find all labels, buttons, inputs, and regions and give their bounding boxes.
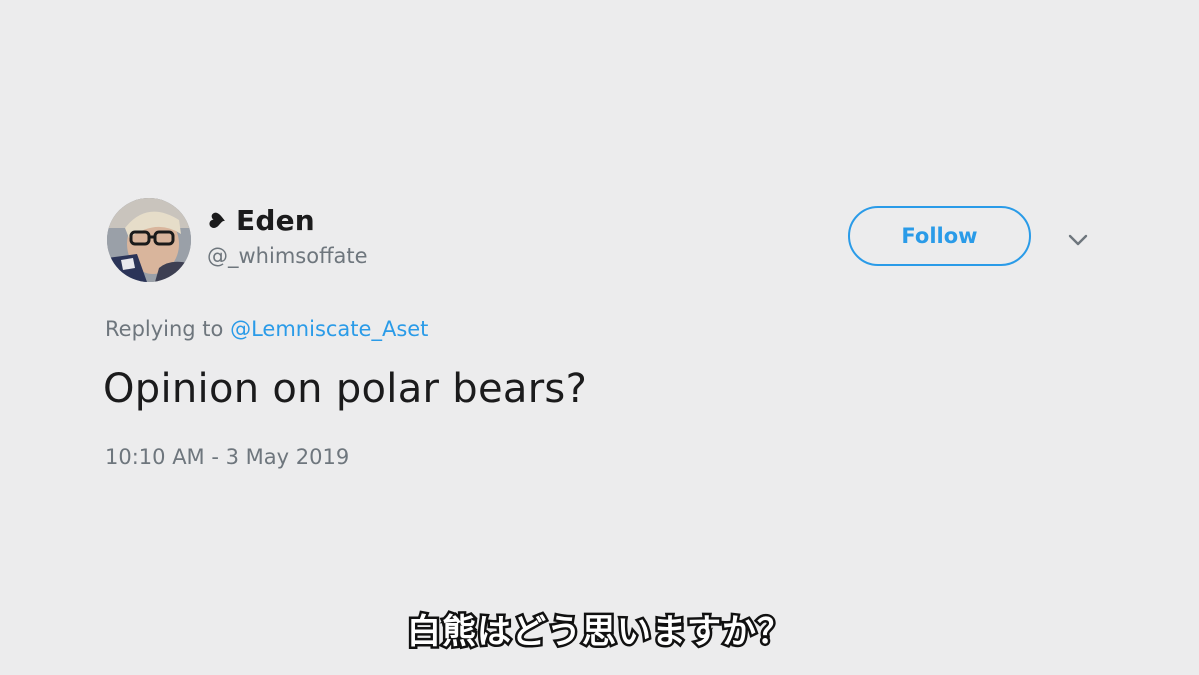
user-handle[interactable]: @_whimsoffate (207, 244, 368, 268)
follow-button[interactable]: Follow (848, 206, 1031, 266)
tweet-text: Opinion on polar bears? (103, 366, 588, 412)
video-subtitle: 白熊はどう思いますか？ (405, 610, 794, 655)
avatar-photo (107, 198, 191, 282)
replying-to: Replying to @Lemniscate_Aset (105, 317, 428, 341)
tweet-timestamp[interactable]: 10:10 AM - 3 May 2019 (105, 445, 349, 469)
tweet-card: Eden @_whimsoffate Follow Replying to @L… (0, 0, 1199, 675)
avatar[interactable] (107, 198, 191, 282)
replying-to-link[interactable]: @Lemniscate_Aset (230, 317, 428, 341)
user-name-row[interactable]: Eden (207, 202, 315, 238)
display-name: Eden (236, 203, 315, 237)
replying-to-label: Replying to (105, 317, 224, 341)
chevron-down-icon[interactable] (1066, 228, 1090, 252)
black-heart-icon (209, 212, 225, 228)
